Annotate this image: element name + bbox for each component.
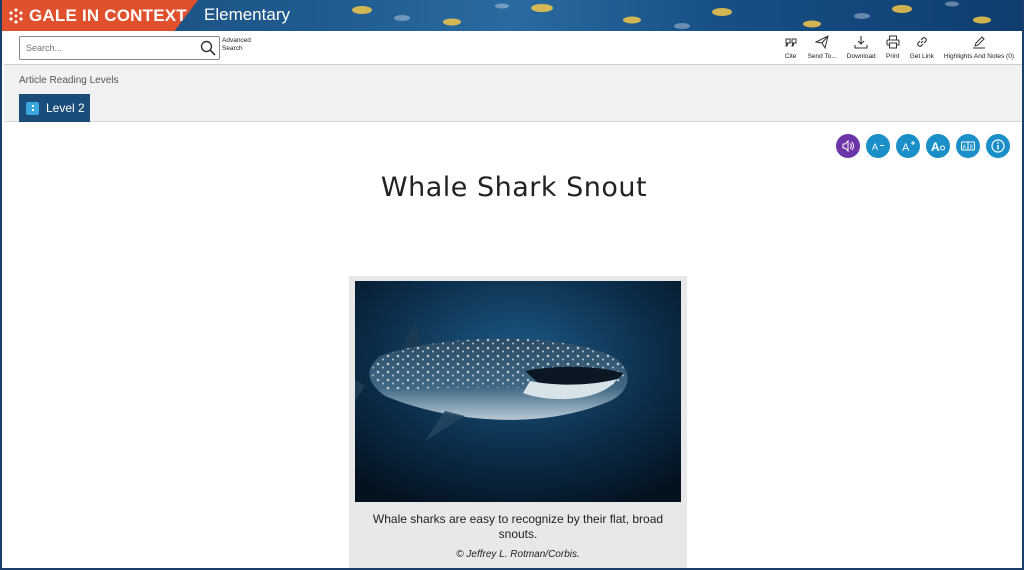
svg-text:A: A [902, 142, 910, 153]
reading-levels-title: Article Reading Levels [19, 75, 119, 86]
translate-button[interactable]: A B [956, 134, 980, 158]
pencil-icon [972, 36, 985, 49]
increase-font-icon: A [902, 141, 915, 153]
tool-buttons: Cite Send To... Download Print Get Link … [774, 35, 1014, 63]
info-button[interactable] [986, 134, 1010, 158]
svg-text:A: A [931, 140, 940, 153]
translate-icon: A B [961, 141, 975, 151]
info-icon [991, 139, 1005, 153]
search-icon[interactable] [200, 40, 216, 56]
decrease-font-button[interactable]: A [866, 134, 890, 158]
search-box [19, 36, 220, 60]
accessibility-tools: A A A A B [830, 134, 1010, 158]
tab-level-label: Level 2 [46, 101, 85, 115]
toolbar: Advanced Search Cite Send To... Downl [4, 31, 1022, 65]
speaker-icon [842, 139, 854, 153]
article-title: Whale Shark Snout [380, 172, 648, 203]
send-icon [815, 35, 829, 49]
image-credit: © Jeffrey L. Rotman/Corbis. [456, 549, 580, 560]
cite-button[interactable]: Cite [784, 35, 798, 63]
advanced-search-link[interactable]: Advanced Search [222, 37, 262, 53]
gale-logo-icon [9, 7, 23, 24]
article-figure: Whale sharks are easy to recognize by th… [349, 276, 687, 568]
search-input[interactable] [20, 37, 195, 59]
get-link-button[interactable]: Get Link [910, 35, 934, 63]
header-banner: GALE IN CONTEXT Elementary [2, 0, 1022, 31]
send-to-button[interactable]: Send To... [808, 35, 837, 63]
download-button[interactable]: Download [847, 35, 876, 63]
highlights-notes-button[interactable]: Highlights And Notes (0) [944, 35, 1014, 63]
image-caption: Whale sharks are easy to recognize by th… [372, 512, 664, 541]
product-name[interactable]: Elementary [204, 5, 290, 25]
brand-logo[interactable]: GALE IN CONTEXT [2, 0, 198, 31]
font-settings-button[interactable]: A [926, 134, 950, 158]
decrease-font-icon: A [872, 142, 884, 152]
app-frame: GALE IN CONTEXT Elementary Advanced Sear… [0, 0, 1024, 570]
increase-font-button[interactable]: A [896, 134, 920, 158]
print-icon [886, 35, 900, 49]
whale-shark-photo[interactable] [355, 281, 681, 502]
print-button[interactable]: Print [886, 35, 900, 63]
link-icon [916, 37, 927, 47]
level-icon [26, 101, 39, 115]
reading-levels-bar: Article Reading Levels Level 2 [4, 65, 1022, 122]
brand-name: GALE IN CONTEXT [29, 5, 187, 25]
svg-text:A: A [872, 142, 878, 152]
font-settings-icon: A [931, 140, 945, 153]
banner-fish-image [352, 1, 991, 29]
download-icon [854, 36, 868, 49]
tab-level-2[interactable]: Level 2 [19, 94, 90, 122]
listen-button[interactable] [836, 134, 860, 158]
quote-icon [784, 38, 797, 47]
